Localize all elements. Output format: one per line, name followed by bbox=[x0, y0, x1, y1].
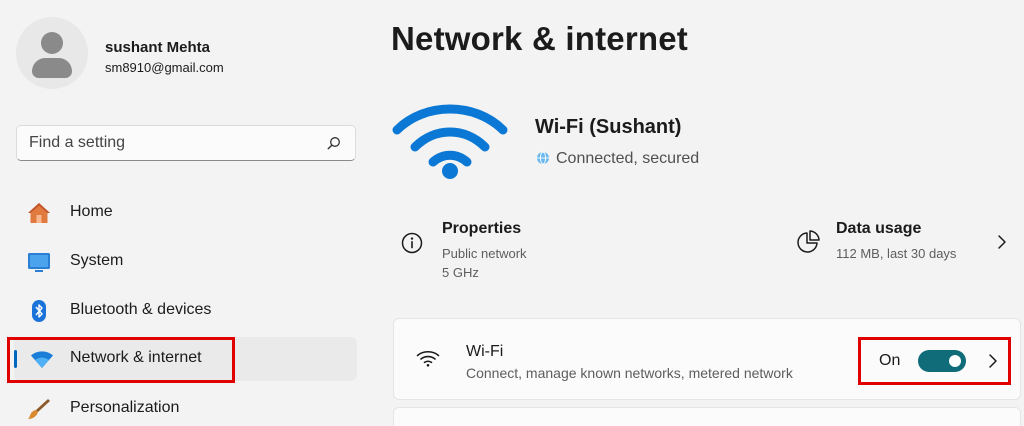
connection-name: Wi-Fi (Sushant) bbox=[535, 116, 682, 138]
sidebar-item-label: Home bbox=[70, 203, 113, 220]
system-icon bbox=[28, 253, 50, 272]
page-title: Network & internet bbox=[391, 20, 688, 57]
info-icon[interactable] bbox=[401, 232, 423, 254]
network-band: 5 GHz bbox=[442, 265, 479, 280]
network-profile: Public network bbox=[442, 246, 527, 261]
sidebar-item-label: System bbox=[70, 252, 124, 269]
wifi-card-subtitle: Connect, manage known networks, metered … bbox=[466, 365, 793, 381]
bluetooth-icon bbox=[32, 300, 46, 322]
connection-status-text: Connected, secured bbox=[556, 150, 700, 167]
wifi-card-title: Wi-Fi bbox=[466, 343, 504, 360]
wifi-hero-icon bbox=[392, 104, 508, 179]
data-usage-amount: 112 MB, last 30 days bbox=[836, 246, 957, 261]
user-name: sushant Mehta bbox=[105, 39, 211, 56]
avatar[interactable] bbox=[16, 17, 88, 89]
sidebar-item-label: Bluetooth & devices bbox=[70, 301, 212, 318]
highlight-box-network bbox=[7, 337, 235, 383]
data-usage-title[interactable]: Data usage bbox=[836, 220, 921, 238]
wifi-icon bbox=[416, 350, 440, 367]
home-icon bbox=[28, 203, 50, 223]
sidebar-item-personalization[interactable]: Personalization bbox=[14, 387, 357, 426]
search-box[interactable] bbox=[16, 125, 356, 161]
avatar-head-shape bbox=[41, 32, 63, 54]
sidebar-item-system[interactable]: System bbox=[14, 240, 357, 284]
connection-status: Connected, secured bbox=[536, 150, 699, 168]
brush-icon bbox=[28, 399, 50, 419]
properties-title[interactable]: Properties bbox=[442, 220, 521, 238]
search-icon[interactable] bbox=[327, 136, 341, 150]
globe-icon bbox=[537, 151, 549, 165]
next-settings-card[interactable] bbox=[393, 407, 1021, 426]
sidebar-item-label: Personalization bbox=[70, 399, 180, 416]
sidebar-item-home[interactable]: Home bbox=[14, 191, 357, 235]
sidebar: sushant Mehta sm8910@gmail.com Home Syst… bbox=[0, 0, 372, 426]
sidebar-item-bluetooth[interactable]: Bluetooth & devices bbox=[14, 289, 357, 333]
user-email: sm8910@gmail.com bbox=[105, 60, 224, 75]
highlight-box-toggle bbox=[858, 337, 1011, 385]
search-input[interactable] bbox=[29, 133, 309, 153]
pie-chart-icon[interactable] bbox=[796, 230, 820, 254]
chevron-right-icon[interactable] bbox=[996, 234, 1008, 250]
avatar-body-shape bbox=[32, 58, 72, 78]
